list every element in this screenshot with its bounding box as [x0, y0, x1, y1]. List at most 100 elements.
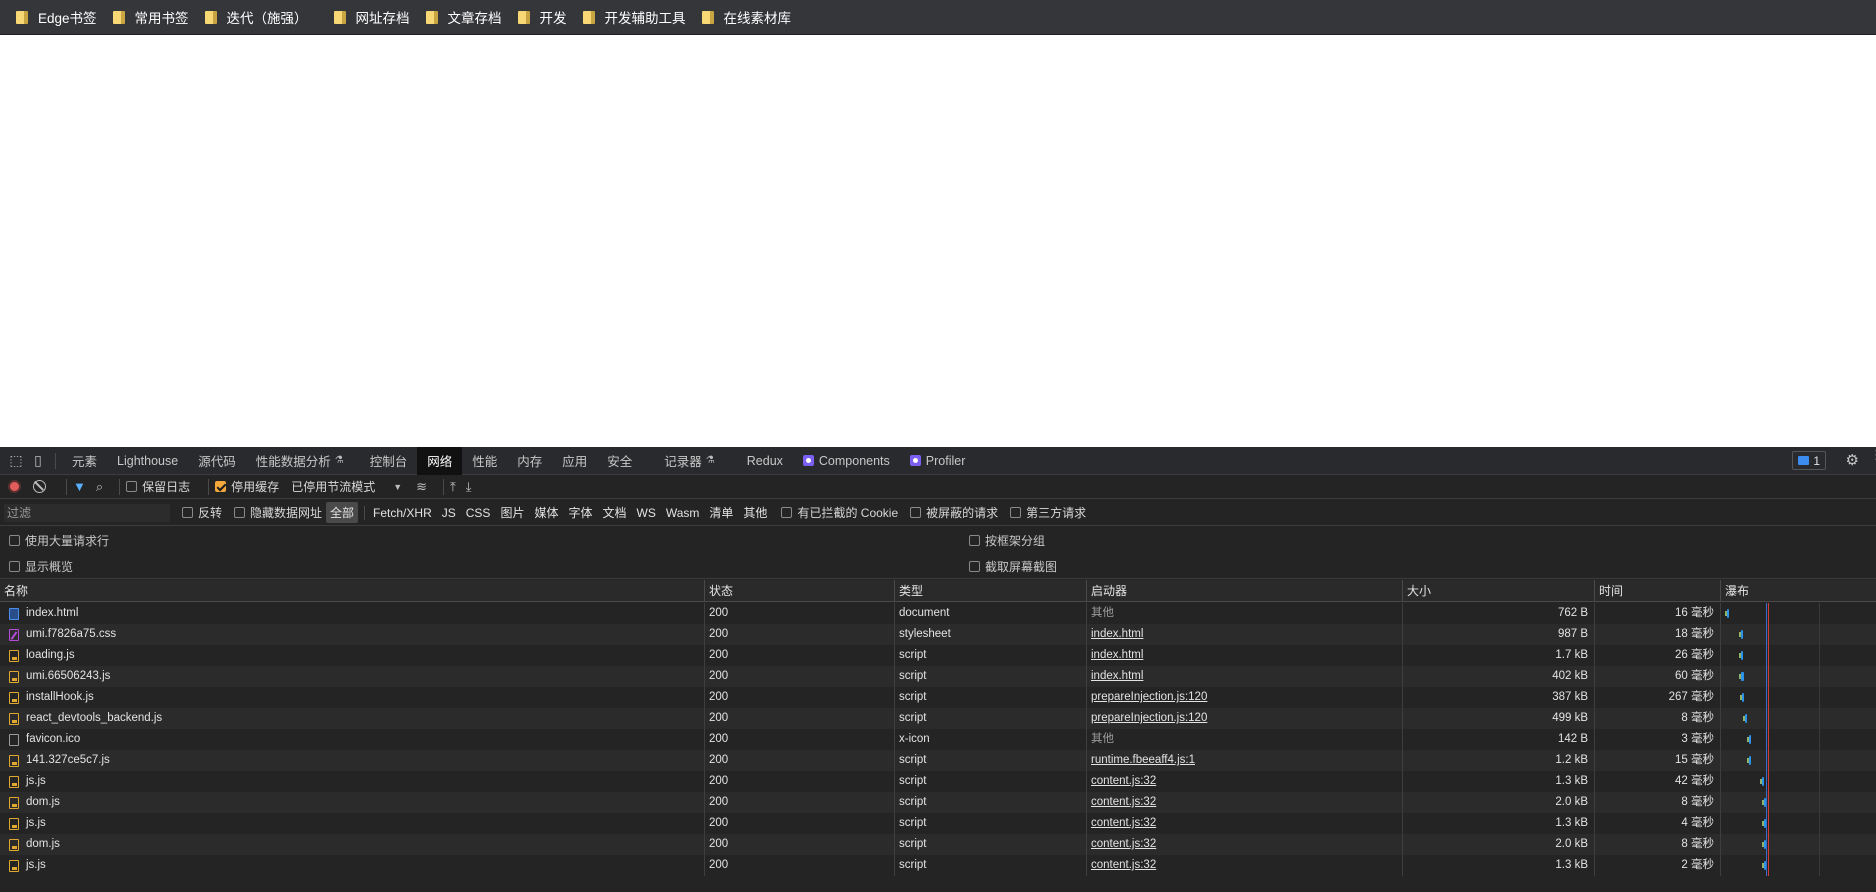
table-row[interactable]: js.js 200 script content.js:32 1.3 kB 2 毫秒 [0, 855, 1876, 876]
bookmark-edge[interactable]: Edge书签 [10, 3, 107, 31]
checkbox[interactable] [215, 481, 227, 492]
hide-data-urls-checkbox[interactable]: 隐藏数据网址 [234, 504, 322, 521]
filter-icon[interactable]: ▼ [73, 479, 86, 494]
checkbox[interactable] [969, 560, 980, 572]
group-by-frame-checkbox[interactable]: 按框架分组 [969, 531, 1045, 549]
issues-counter[interactable]: 1 [1792, 451, 1826, 470]
filter-type-css[interactable]: CSS [462, 504, 495, 522]
tab-security[interactable]: 安全 [597, 447, 642, 475]
network-conditions-icon[interactable]: ≋ [416, 479, 427, 495]
checkbox[interactable] [969, 534, 980, 546]
tab-console[interactable]: 控制台 [360, 447, 418, 475]
column-header-initiator[interactable]: 启动器 [1086, 580, 1402, 602]
clear-button[interactable] [33, 480, 46, 493]
blocked-requests-checkbox[interactable]: 被屏蔽的请求 [910, 504, 998, 521]
tab-sources[interactable]: 源代码 [188, 447, 246, 475]
request-initiator[interactable]: content.js:32 [1086, 792, 1402, 813]
column-header-type[interactable]: 类型 [894, 580, 1086, 602]
table-row[interactable]: js.js 200 script content.js:32 1.3 kB 4 毫秒 [0, 813, 1876, 834]
throttling-select[interactable]: 已停用节流模式 ▼ [291, 478, 402, 495]
filter-type-img[interactable]: 图片 [496, 502, 528, 523]
record-button[interactable] [8, 480, 21, 493]
blocked-cookies-checkbox[interactable]: 有已拦截的 Cookie [781, 504, 898, 521]
filter-type-fetch-xhr[interactable]: Fetch/XHR [369, 504, 436, 522]
import-har-icon[interactable]: ⤒ [450, 479, 456, 495]
request-initiator[interactable]: content.js:32 [1086, 813, 1402, 834]
column-header-name[interactable]: 名称 [0, 580, 704, 602]
bookmark-dev-tools[interactable]: 开发辅助工具 [577, 3, 696, 31]
table-row[interactable]: installHook.js 200 script prepareInjection.… [0, 687, 1876, 708]
table-row[interactable]: dom.js 200 script content.js:32 2.0 kB 8 毫秒 [0, 792, 1876, 813]
request-initiator[interactable]: content.js:32 [1086, 855, 1402, 876]
table-row[interactable]: index.html 200 document 其他 762 B 16 毫秒 [0, 603, 1876, 624]
filter-type-wasm[interactable]: Wasm [662, 504, 704, 522]
tab-memory[interactable]: 内存 [507, 447, 552, 475]
filter-type-other[interactable]: 其他 [739, 502, 771, 523]
capture-screenshots-checkbox[interactable]: 截取屏幕截图 [969, 557, 1057, 575]
request-initiator[interactable]: prepareInjection.js:120 [1086, 708, 1402, 729]
checkbox[interactable] [9, 560, 20, 572]
filter-type-doc[interactable]: 文档 [598, 502, 630, 523]
table-row[interactable]: favicon.ico 200 x-icon 其他 142 B3 毫秒 [0, 729, 1876, 750]
preserve-log-checkbox[interactable]: 保留日志 [126, 478, 190, 495]
filter-type-manifest[interactable]: 清单 [705, 502, 737, 523]
search-icon[interactable]: ⌕ [96, 479, 103, 495]
request-initiator[interactable]: runtime.fbeeaff4.js:1 [1086, 750, 1402, 771]
filter-type-all[interactable]: 全部 [326, 502, 359, 523]
table-row[interactable]: umi.66506243.js 200 script index.html 402 kB… [0, 666, 1876, 687]
tab-elements[interactable]: 元素 [62, 447, 107, 475]
tab-profiler[interactable]: Profiler [900, 447, 976, 475]
gear-icon[interactable]: ⚙ [1846, 451, 1859, 469]
filter-type-js[interactable]: JS [438, 504, 460, 522]
disable-cache-checkbox[interactable]: 停用缓存 [215, 478, 279, 495]
request-initiator[interactable]: index.html [1086, 666, 1402, 687]
column-header-status[interactable]: 状态 [704, 580, 894, 602]
bookmark-url-archive[interactable]: 网址存档 [328, 3, 420, 31]
checkbox[interactable] [126, 481, 138, 492]
request-initiator[interactable]: index.html [1086, 645, 1402, 666]
checkbox[interactable] [1010, 507, 1022, 518]
bookmark-article-archive[interactable]: 文章存档 [420, 3, 512, 31]
column-header-size[interactable]: 大小 [1402, 580, 1594, 602]
bookmark-common[interactable]: 常用书签 [107, 3, 199, 31]
checkbox[interactable] [781, 507, 793, 518]
tab-lighthouse[interactable]: Lighthouse [107, 447, 188, 475]
table-row[interactable]: dom.js 200 script content.js:32 2.0 kB 8 毫秒 [0, 834, 1876, 855]
table-row[interactable]: umi.f7826a75.css 200 stylesheet index.html 9… [0, 624, 1876, 645]
checkbox[interactable] [910, 507, 922, 518]
tab-performance-insights[interactable]: 性能数据分析 ⚗ [246, 447, 354, 475]
show-overview-checkbox[interactable]: 显示概览 [9, 557, 73, 575]
tab-performance[interactable]: 性能 [462, 447, 507, 475]
table-row[interactable]: loading.js 200 script index.html 1.7 kB 26 毫秒 [0, 645, 1876, 666]
checkbox[interactable] [234, 507, 246, 518]
filter-type-ws[interactable]: WS [633, 504, 660, 522]
bookmark-iteration[interactable]: 迭代（施强） [199, 3, 318, 31]
table-row[interactable]: 141.327ce5c7.js 200 script runtime.fbeeaff4… [0, 750, 1876, 771]
bookmark-assets[interactable]: 在线素材库 [696, 3, 802, 31]
tab-redux[interactable]: Redux [737, 447, 793, 475]
big-rows-checkbox[interactable]: 使用大量请求行 [9, 531, 109, 549]
table-row[interactable]: react_devtools_backend.js 200 script prepar… [0, 708, 1876, 729]
filter-input[interactable] [4, 503, 170, 522]
tab-components[interactable]: Components [793, 447, 900, 475]
invert-checkbox[interactable]: 反转 [182, 504, 222, 521]
request-initiator[interactable]: content.js:32 [1086, 834, 1402, 855]
table-row[interactable]: js.js 200 script content.js:32 1.3 kB 42 毫秒 [0, 771, 1876, 792]
tab-recorder[interactable]: 记录器 ⚗ [654, 447, 724, 475]
column-header-time[interactable]: 时间 [1594, 580, 1720, 602]
tab-network[interactable]: 网络 [417, 446, 463, 475]
inspect-element-icon[interactable]: ⬚ [5, 450, 27, 472]
request-initiator[interactable]: prepareInjection.js:120 [1086, 687, 1402, 708]
more-options-icon[interactable]: ⋮ [1870, 448, 1876, 461]
request-initiator[interactable]: content.js:32 [1086, 771, 1402, 792]
column-header-waterfall[interactable]: 瀑布 [1720, 580, 1876, 602]
tab-application[interactable]: 应用 [552, 447, 597, 475]
third-party-checkbox[interactable]: 第三方请求 [1010, 504, 1086, 521]
checkbox[interactable] [182, 507, 193, 518]
export-har-icon[interactable]: ⤓ [466, 479, 472, 495]
filter-type-media[interactable]: 媒体 [530, 502, 562, 523]
checkbox[interactable] [9, 534, 20, 546]
bookmark-dev[interactable]: 开发 [512, 3, 577, 31]
filter-type-font[interactable]: 字体 [564, 502, 596, 523]
device-toolbar-icon[interactable]: ▯ [27, 450, 49, 472]
